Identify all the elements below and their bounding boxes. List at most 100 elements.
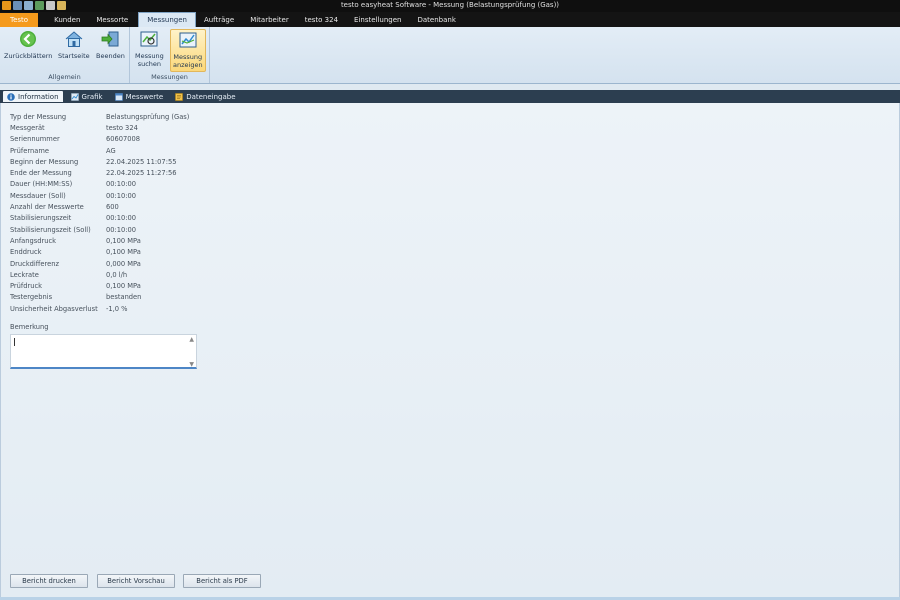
info-label: Stabilisierungszeit (Soll) xyxy=(10,225,91,234)
remark-label: Bemerkung xyxy=(10,323,49,331)
info-row: Unsicherheit Abgasverlust -1,0 % xyxy=(10,303,189,314)
info-value: 00:10:00 xyxy=(106,225,137,234)
chart-view-icon xyxy=(178,30,198,50)
tab-einstellungen[interactable]: Einstellungen xyxy=(346,13,409,27)
remark-textarea[interactable]: ▲ ▼ xyxy=(10,334,197,369)
tab-auftraege[interactable]: Aufträge xyxy=(196,13,242,27)
info-label: Anfangsdruck xyxy=(10,236,57,245)
info-value: 00:10:00 xyxy=(106,191,137,200)
ribbon-group-label: Messungen xyxy=(151,73,188,81)
information-panel: Typ der Messung Belastungsprüfung (Gas) M… xyxy=(0,103,900,597)
info-value: 22.04.2025 11:27:56 xyxy=(106,169,177,178)
info-label: Ende der Messung xyxy=(10,169,72,178)
info-label: Stabilisierungszeit xyxy=(10,214,72,223)
tab-grafik[interactable]: Grafik xyxy=(67,91,107,102)
tab-datenbank[interactable]: Datenbank xyxy=(409,13,463,27)
tab-testo[interactable]: Testo xyxy=(0,13,39,27)
info-row: Messdauer (Soll) 00:10:00 xyxy=(10,190,189,201)
info-label: Leckrate xyxy=(10,270,39,279)
tab-messwerte[interactable]: Messwerte xyxy=(111,91,168,102)
info-label: Prüfername xyxy=(10,146,49,155)
info-value: 0,000 MPa xyxy=(106,259,141,268)
content-tab-bar: Information Grafik Messwerte Dateneingab… xyxy=(0,90,900,103)
ribbon-group-label: Allgemein xyxy=(48,73,81,81)
info-value: 0,100 MPa xyxy=(106,236,141,245)
info-row: Anzahl der Messwerte 600 xyxy=(10,201,189,212)
text-caret xyxy=(14,338,15,346)
info-value: -1,0 % xyxy=(106,304,128,313)
table-icon xyxy=(114,92,123,101)
info-row: Testergebnis bestanden xyxy=(10,292,189,303)
info-row: Messgerät testo 324 xyxy=(10,122,189,133)
zurueckblaettern-button[interactable]: Zurückblättern xyxy=(4,29,52,60)
info-row: Seriennummer 60607008 xyxy=(10,134,189,145)
beenden-button[interactable]: Beenden xyxy=(96,29,125,60)
info-value: 0,100 MPa xyxy=(106,248,141,257)
tab-testo-324[interactable]: testo 324 xyxy=(297,13,346,27)
bericht-vorschau-button[interactable]: Bericht Vorschau xyxy=(97,574,175,588)
bericht-drucken-button[interactable]: Bericht drucken xyxy=(10,574,88,588)
data-entry-icon xyxy=(175,92,184,101)
info-row: Anfangsdruck 0,100 MPa xyxy=(10,235,189,246)
messung-anzeigen-button[interactable]: Messung anzeigen xyxy=(170,29,206,72)
chart-icon xyxy=(70,92,79,101)
info-value: Belastungsprüfung (Gas) xyxy=(106,112,190,121)
info-value: AG xyxy=(106,146,116,155)
info-value: 22.04.2025 11:07:55 xyxy=(106,157,177,166)
info-row: Prüfdruck 0,100 MPa xyxy=(10,280,189,291)
info-label: Testergebnis xyxy=(10,293,53,302)
info-label: Messdauer (Soll) xyxy=(10,191,66,200)
info-label: Unsicherheit Abgasverlust xyxy=(10,304,98,313)
info-value: 00:10:00 xyxy=(106,214,137,223)
search-measurement-icon xyxy=(139,29,159,49)
tab-dateneingabe[interactable]: Dateneingabe xyxy=(171,91,239,102)
window-title: testo easyheat Software - Messung (Belas… xyxy=(340,1,560,9)
info-row: Druckdifferenz 0,000 MPa xyxy=(10,258,189,269)
scroll-down-icon[interactable]: ▼ xyxy=(189,361,194,368)
exit-icon xyxy=(100,29,120,49)
info-value: testo 324 xyxy=(106,123,138,132)
info-icon xyxy=(7,92,15,101)
info-label: Druckdifferenz xyxy=(10,259,59,268)
info-row: Typ der Messung Belastungsprüfung (Gas) xyxy=(10,111,189,122)
info-label: Anzahl der Messwerte xyxy=(10,203,84,212)
info-row: Beginn der Messung 22.04.2025 11:07:55 xyxy=(10,156,189,167)
info-table: Typ der Messung Belastungsprüfung (Gas) M… xyxy=(10,111,189,314)
info-value: 60607008 xyxy=(106,135,141,144)
info-row: Dauer (HH:MM:SS) 00:10:00 xyxy=(10,179,189,190)
info-label: Dauer (HH:MM:SS) xyxy=(10,180,73,189)
info-label: Enddruck xyxy=(10,248,42,257)
tab-messungen[interactable]: Messungen xyxy=(138,12,196,27)
tab-messorte[interactable]: Messorte xyxy=(88,13,136,27)
info-value: 0,100 MPa xyxy=(106,282,141,291)
info-row: Stabilisierungszeit (Soll) 00:10:00 xyxy=(10,224,189,235)
info-row: Enddruck 0,100 MPa xyxy=(10,247,189,258)
back-arrow-icon xyxy=(18,29,38,49)
textarea-scrollbar[interactable]: ▲ ▼ xyxy=(187,335,196,368)
info-label: Prüfdruck xyxy=(10,282,43,291)
tab-kunden[interactable]: Kunden xyxy=(46,13,88,27)
info-value: 00:10:00 xyxy=(106,180,137,189)
info-value: 600 xyxy=(106,203,119,212)
tab-information[interactable]: Information xyxy=(3,91,63,102)
info-label: Seriennummer xyxy=(10,135,60,144)
info-label: Messgerät xyxy=(10,123,45,132)
scroll-up-icon[interactable]: ▲ xyxy=(189,336,194,343)
info-value: 0,0 l/h xyxy=(106,270,128,279)
title-bar: testo easyheat Software - Messung (Belas… xyxy=(0,0,900,12)
info-row: Leckrate 0,0 l/h xyxy=(10,269,189,280)
info-label: Typ der Messung xyxy=(10,112,67,121)
info-row: Prüfername AG xyxy=(10,145,189,156)
startseite-button[interactable]: Startseite xyxy=(58,29,90,60)
info-value: bestanden xyxy=(106,293,142,302)
info-label: Beginn der Messung xyxy=(10,157,79,166)
bericht-als-pdf-button[interactable]: Bericht als PDF xyxy=(183,574,261,588)
ribbon-group-allgemein: Zurückblättern Startseite Beenden Allgem… xyxy=(0,27,130,83)
ribbon-group-messungen: Messung suchen Messung anzeigen Messunge… xyxy=(130,27,210,83)
tab-mitarbeiter[interactable]: Mitarbeiter xyxy=(242,13,297,27)
ribbon-tab-bar: Testo Kunden Messorte Messungen Aufträge… xyxy=(0,12,900,27)
info-row: Ende der Messung 22.04.2025 11:27:56 xyxy=(10,167,189,178)
messung-suchen-button[interactable]: Messung suchen xyxy=(135,29,164,68)
home-icon xyxy=(64,29,84,49)
info-row: Stabilisierungszeit 00:10:00 xyxy=(10,213,189,224)
